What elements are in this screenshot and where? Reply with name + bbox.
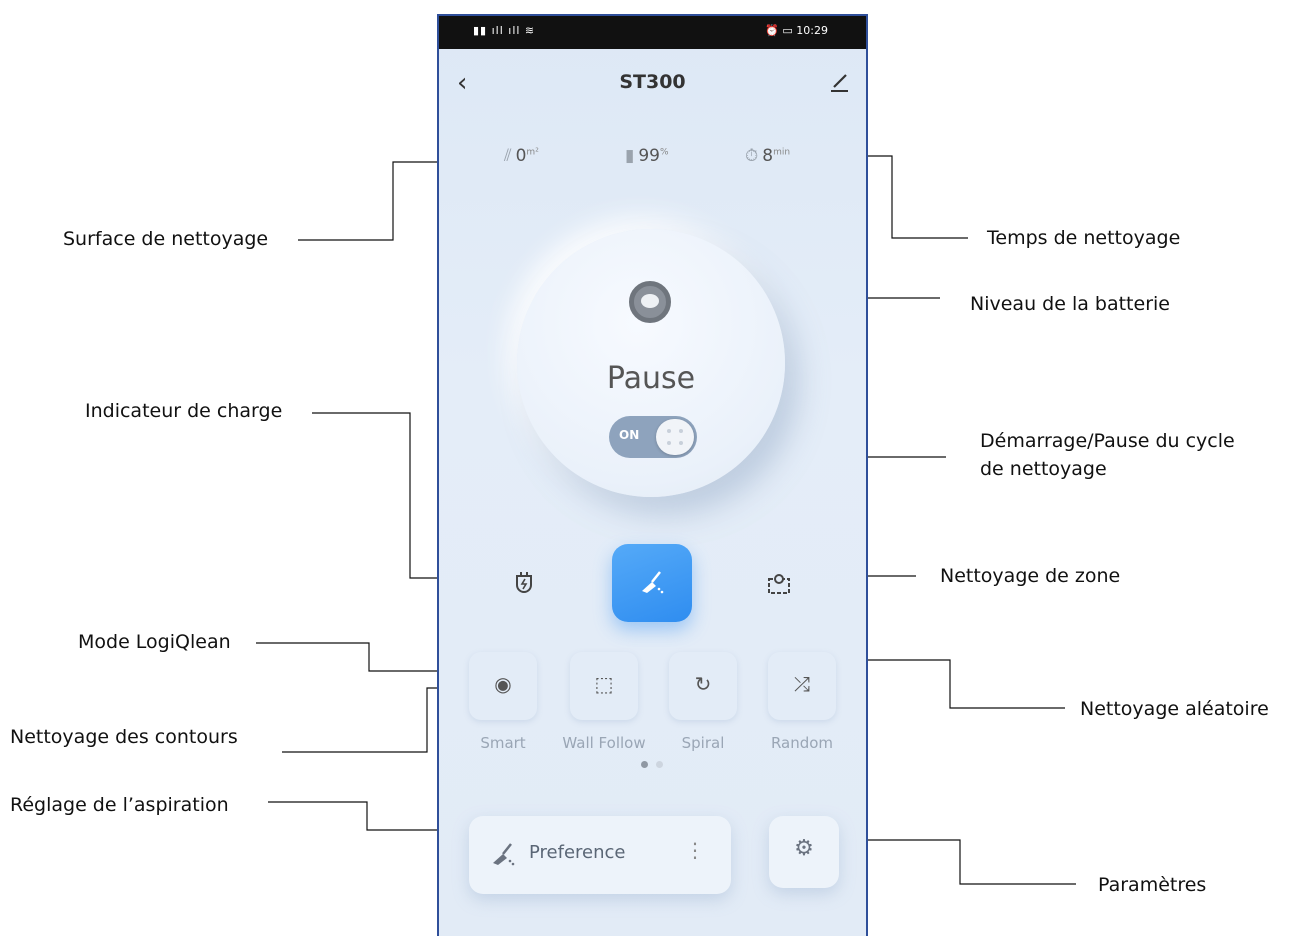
annotation-surface: Surface de nettoyage (63, 228, 269, 250)
area-value: 0 (515, 146, 527, 166)
suction-broom-icon (493, 843, 515, 866)
annotation-demarrage-line1: Démarrage/Pause du cycle (980, 430, 1235, 452)
sweep-time-icon: ⏱ (745, 146, 759, 166)
annotation-parametres: Paramètres (1098, 874, 1207, 896)
annotation-logiqlean: Mode LogiQlean (78, 631, 231, 653)
start-pause-toggle[interactable]: ON (609, 416, 697, 458)
battery-unit: % (660, 147, 669, 158)
mode-random[interactable]: ⤮ (768, 652, 836, 720)
preference-label: Preference (529, 842, 626, 863)
robot-mode-icon: ◉ (494, 672, 512, 696)
mode-spiral[interactable]: ↻ (669, 652, 737, 720)
time-value: 8 (762, 146, 774, 166)
wall-icon: ⬚ (594, 672, 614, 696)
battery-value: 99 (638, 146, 660, 166)
mode-label-smart: Smart (480, 734, 526, 752)
stat-battery: ▮ 99% (625, 146, 669, 166)
annotation-temps: Temps de nettoyage (987, 227, 1181, 249)
mode-label-spiral: Spiral (681, 734, 725, 752)
broom-icon (642, 571, 664, 594)
area-unit: m² (526, 147, 539, 158)
page-dot (656, 761, 663, 768)
annotation-charge: Indicateur de charge (85, 400, 283, 422)
settings-button[interactable]: ⚙ (769, 816, 839, 888)
time-unit: min (773, 147, 791, 158)
toggle-knob (656, 419, 694, 455)
phone-screen: ▮▮ ıll ıll ≋ ⏰ ▭ 10:29 ‹ ST300 ⫽ 0m² ▮ 99%… (437, 14, 868, 936)
battery-status-icon: ▭ (782, 24, 793, 37)
more-vertical-icon[interactable]: ⋮ (685, 838, 705, 862)
mode-wall-follow[interactable]: ⬚ (570, 652, 638, 720)
page-dot-active (641, 761, 648, 768)
status-bar: ▮▮ ıll ıll ≋ ⏰ ▭ 10:29 (439, 16, 866, 49)
mode-label-random: Random (770, 734, 834, 752)
charge-icon[interactable] (509, 571, 539, 603)
clean-button[interactable] (612, 544, 692, 622)
area-icon: ⫽ (504, 146, 512, 166)
pencil-icon[interactable] (828, 70, 850, 94)
zone-map-icon[interactable] (764, 571, 794, 601)
annotation-aleatoire: Nettoyage aléatoire (1080, 698, 1269, 720)
annotation-batterie: Niveau de la batterie (970, 293, 1170, 315)
preference-card[interactable]: Preference ⋮ (469, 816, 731, 894)
mode-smart[interactable]: ◉ (469, 652, 537, 720)
annotation-aspiration: Réglage de l’aspiration (10, 794, 229, 816)
leader-aleatoire (834, 659, 1065, 709)
status-time: 10:29 (796, 24, 828, 37)
toggle-label: ON (619, 428, 640, 442)
status-label: Pause (606, 361, 696, 396)
signal-icon: ▮▮ ıll ıll ≋ (473, 24, 536, 37)
shuffle-icon: ⤮ (794, 672, 810, 696)
gear-icon: ⚙ (794, 836, 814, 861)
annotation-demarrage-line2: de nettoyage (980, 458, 1107, 480)
annotation-zone: Nettoyage de zone (940, 565, 1121, 587)
stat-area: ⫽ 0m² (504, 146, 539, 166)
leader-parametres (841, 839, 1076, 885)
battery-icon: ▮ (625, 146, 635, 166)
mode-label-wall-follow: Wall Follow (562, 734, 646, 752)
page-title: ST300 (619, 71, 686, 93)
spiral-icon: ↻ (694, 672, 712, 696)
annotation-contours: Nettoyage des contours (10, 726, 238, 748)
robot-icon (629, 281, 671, 323)
status-dial: Pause ON (517, 229, 785, 497)
stat-time: ⏱ 8min (745, 146, 790, 166)
alarm-icon: ⏰ (765, 24, 779, 37)
